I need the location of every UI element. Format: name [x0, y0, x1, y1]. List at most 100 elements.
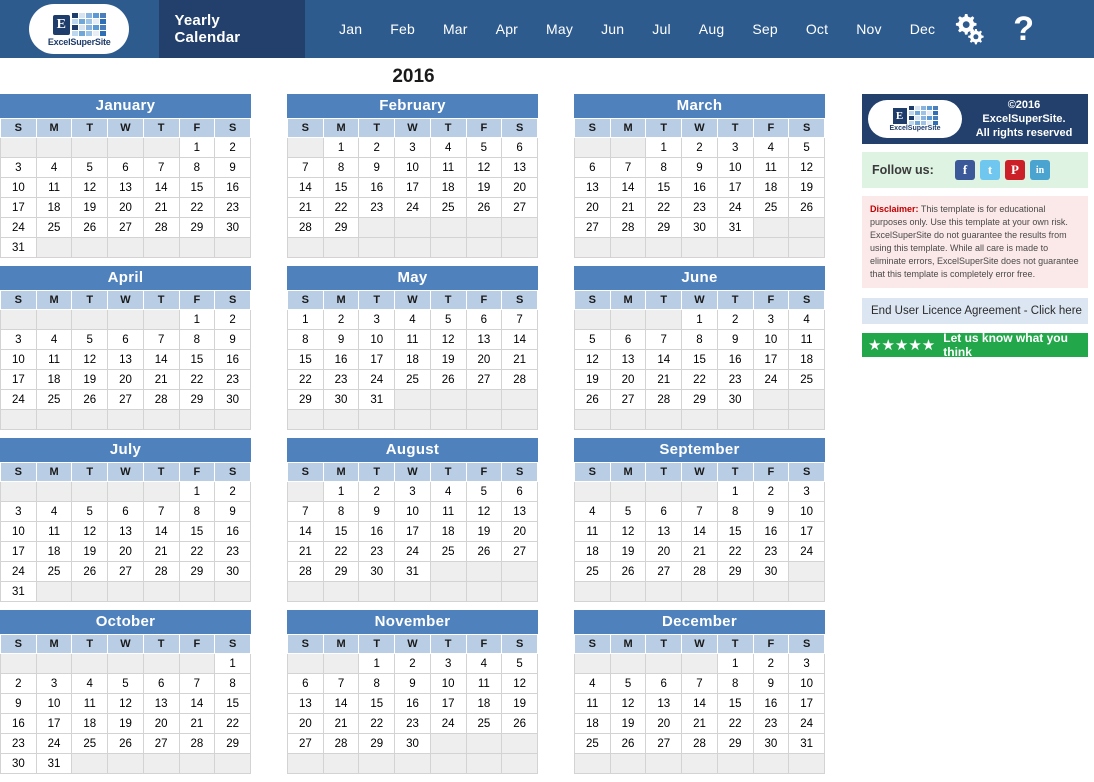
calendar-day-cell[interactable]: 7 — [501, 309, 538, 330]
calendar-day-cell[interactable]: 25 — [429, 197, 467, 218]
calendar-day-cell[interactable]: 19 — [609, 713, 647, 734]
calendar-day-cell[interactable]: 3 — [394, 481, 431, 502]
calendar-day-cell[interactable]: 3 — [716, 137, 754, 158]
calendar-day-cell[interactable]: 28 — [609, 217, 647, 238]
calendar-day-cell[interactable]: 26 — [71, 389, 109, 410]
calendar-day-cell[interactable]: 5 — [71, 501, 109, 522]
calendar-day-cell[interactable]: 26 — [788, 197, 825, 218]
calendar-day-cell[interactable]: 11 — [35, 177, 73, 198]
calendar-day-cell[interactable]: 25 — [35, 389, 73, 410]
calendar-day-cell[interactable]: 6 — [142, 673, 180, 694]
calendar-day-cell[interactable]: 20 — [574, 197, 611, 218]
calendar-day-cell[interactable]: 19 — [107, 713, 144, 734]
calendar-day-cell[interactable]: 17 — [0, 369, 37, 390]
calendar-day-cell[interactable]: 4 — [465, 653, 503, 674]
calendar-day-cell[interactable]: 3 — [788, 481, 825, 502]
tab-month-feb[interactable]: Feb — [376, 21, 429, 37]
calendar-day-cell[interactable]: 24 — [394, 197, 431, 218]
eula-link[interactable]: End User Licence Agreement - Click here — [862, 298, 1088, 325]
calendar-day-cell[interactable]: 28 — [178, 733, 216, 754]
calendar-day-cell[interactable]: 27 — [287, 733, 324, 754]
tab-month-nov[interactable]: Nov — [842, 21, 896, 37]
calendar-day-cell[interactable]: 23 — [0, 733, 37, 754]
calendar-day-cell[interactable]: 21 — [609, 197, 647, 218]
calendar-day-cell[interactable]: 21 — [681, 713, 718, 734]
tab-month-jun[interactable]: Jun — [587, 21, 638, 37]
calendar-day-cell[interactable]: 6 — [501, 137, 538, 158]
calendar-day-cell[interactable]: 6 — [501, 481, 538, 502]
calendar-day-cell[interactable]: 6 — [609, 329, 647, 350]
calendar-day-cell[interactable]: 18 — [429, 521, 467, 542]
calendar-day-cell[interactable]: 16 — [716, 349, 754, 370]
calendar-day-cell[interactable]: 30 — [214, 561, 251, 582]
calendar-day-cell[interactable]: 2 — [394, 653, 431, 674]
calendar-day-cell[interactable]: 21 — [681, 541, 718, 562]
calendar-day-cell[interactable]: 27 — [501, 541, 538, 562]
calendar-day-cell[interactable]: 30 — [752, 561, 790, 582]
tab-month-jan[interactable]: Jan — [325, 21, 376, 37]
calendar-day-cell[interactable]: 9 — [214, 501, 251, 522]
calendar-day-cell[interactable]: 5 — [501, 653, 538, 674]
calendar-day-cell[interactable]: 29 — [178, 561, 216, 582]
calendar-day-cell[interactable]: 7 — [142, 157, 180, 178]
calendar-day-cell[interactable]: 5 — [71, 157, 109, 178]
calendar-day-cell[interactable]: 7 — [681, 673, 718, 694]
calendar-day-cell[interactable]: 11 — [35, 521, 73, 542]
calendar-day-cell[interactable]: 10 — [788, 673, 825, 694]
calendar-day-cell[interactable]: 11 — [788, 329, 825, 350]
calendar-day-cell[interactable]: 17 — [716, 177, 754, 198]
calendar-day-cell[interactable]: 1 — [178, 137, 216, 158]
tab-yearly-calendar[interactable]: Yearly Calendar — [158, 0, 306, 58]
calendar-day-cell[interactable]: 8 — [178, 501, 216, 522]
calendar-day-cell[interactable]: 11 — [574, 693, 611, 714]
calendar-day-cell[interactable]: 1 — [681, 309, 718, 330]
calendar-day-cell[interactable]: 22 — [178, 197, 216, 218]
calendar-day-cell[interactable]: 1 — [322, 481, 360, 502]
calendar-day-cell[interactable]: 8 — [716, 673, 754, 694]
calendar-day-cell[interactable]: 31 — [788, 733, 825, 754]
calendar-day-cell[interactable]: 2 — [358, 137, 396, 158]
calendar-day-cell[interactable]: 27 — [107, 561, 144, 582]
calendar-day-cell[interactable]: 12 — [71, 349, 109, 370]
calendar-day-cell[interactable]: 12 — [574, 349, 611, 370]
calendar-day-cell[interactable]: 9 — [214, 329, 251, 350]
tab-month-oct[interactable]: Oct — [792, 21, 842, 37]
calendar-day-cell[interactable]: 11 — [429, 157, 467, 178]
calendar-day-cell[interactable]: 23 — [681, 197, 718, 218]
calendar-day-cell[interactable]: 8 — [716, 501, 754, 522]
calendar-day-cell[interactable]: 13 — [107, 349, 144, 370]
calendar-day-cell[interactable]: 24 — [788, 541, 825, 562]
calendar-day-cell[interactable]: 11 — [394, 329, 431, 350]
calendar-day-cell[interactable]: 29 — [645, 217, 683, 238]
calendar-day-cell[interactable]: 9 — [716, 329, 754, 350]
calendar-day-cell[interactable]: 25 — [788, 369, 825, 390]
calendar-day-cell[interactable]: 21 — [142, 541, 180, 562]
calendar-day-cell[interactable]: 16 — [214, 177, 251, 198]
calendar-day-cell[interactable]: 19 — [71, 197, 109, 218]
calendar-day-cell[interactable]: 6 — [107, 329, 144, 350]
calendar-day-cell[interactable]: 13 — [287, 693, 324, 714]
calendar-day-cell[interactable]: 25 — [35, 217, 73, 238]
calendar-day-cell[interactable]: 1 — [645, 137, 683, 158]
calendar-day-cell[interactable]: 17 — [788, 693, 825, 714]
calendar-day-cell[interactable]: 22 — [322, 541, 360, 562]
calendar-day-cell[interactable]: 30 — [322, 389, 360, 410]
calendar-day-cell[interactable]: 9 — [681, 157, 718, 178]
calendar-day-cell[interactable]: 30 — [0, 753, 37, 774]
calendar-day-cell[interactable]: 3 — [35, 673, 73, 694]
calendar-day-cell[interactable]: 23 — [752, 541, 790, 562]
calendar-day-cell[interactable]: 13 — [465, 329, 503, 350]
calendar-day-cell[interactable]: 7 — [645, 329, 683, 350]
calendar-day-cell[interactable]: 5 — [465, 137, 503, 158]
calendar-day-cell[interactable]: 4 — [35, 157, 73, 178]
calendar-day-cell[interactable]: 2 — [214, 481, 251, 502]
calendar-day-cell[interactable]: 18 — [788, 349, 825, 370]
calendar-day-cell[interactable]: 11 — [429, 501, 467, 522]
tab-month-may[interactable]: May — [532, 21, 587, 37]
calendar-day-cell[interactable]: 5 — [429, 309, 467, 330]
tab-month-sep[interactable]: Sep — [738, 21, 792, 37]
calendar-day-cell[interactable]: 10 — [0, 177, 37, 198]
calendar-day-cell[interactable]: 27 — [107, 389, 144, 410]
calendar-day-cell[interactable]: 17 — [394, 521, 431, 542]
calendar-day-cell[interactable]: 6 — [645, 501, 683, 522]
